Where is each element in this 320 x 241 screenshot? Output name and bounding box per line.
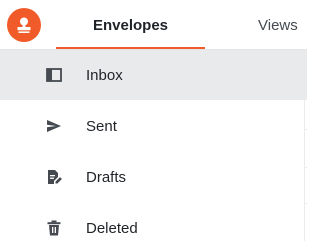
- top-navigation-bar: Envelopes Views: [0, 0, 307, 50]
- app-logo[interactable]: [7, 8, 41, 42]
- sidebar-item-label: Sent: [86, 117, 117, 135]
- sidebar-item-drafts[interactable]: Drafts: [0, 152, 307, 202]
- sidebar-item-deleted[interactable]: Deleted: [0, 203, 307, 241]
- content-row-divider: [304, 203, 307, 204]
- sidebar-item-label: Inbox: [86, 66, 123, 84]
- trash-icon: [45, 220, 63, 236]
- tab-envelopes-label: Envelopes: [92, 16, 169, 34]
- tab-views-label: Views: [258, 16, 298, 34]
- send-icon: [45, 118, 63, 134]
- drafts-icon: [45, 169, 63, 185]
- tab-envelopes[interactable]: Envelopes: [56, 0, 205, 50]
- app-window: Envelopes Views Inbox Sent Drafts Delete…: [0, 0, 307, 241]
- stamp-icon: [17, 17, 31, 33]
- tab-views[interactable]: Views: [258, 0, 298, 50]
- envelope-folder-list: Inbox Sent Drafts Deleted: [0, 50, 307, 241]
- sidebar-item-label: Drafts: [86, 168, 127, 186]
- content-panel-edge: [304, 100, 307, 241]
- content-row-divider: [304, 167, 307, 168]
- sidebar-item-inbox[interactable]: Inbox: [0, 50, 307, 100]
- sidebar-item-label: Deleted: [86, 219, 138, 237]
- content-row-divider: [304, 129, 307, 130]
- inbox-icon: [45, 67, 63, 83]
- sidebar-item-sent[interactable]: Sent: [0, 101, 307, 151]
